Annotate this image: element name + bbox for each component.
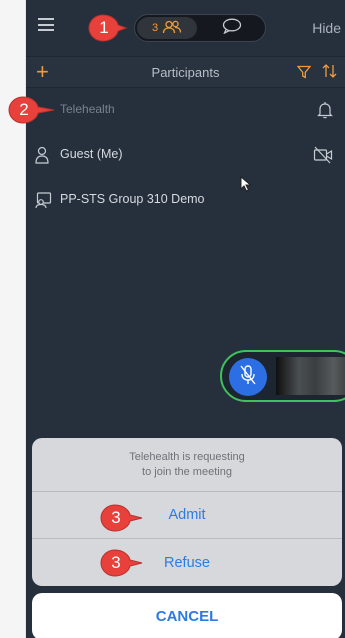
mouse-cursor-icon (240, 175, 252, 197)
chat-bubble-icon (222, 18, 242, 39)
video-thumbnail (276, 357, 345, 395)
chat-tab[interactable] (201, 17, 263, 39)
participant-name: PP-STS Group 310 Demo (60, 192, 205, 206)
participant-name: Telehealth (60, 102, 115, 116)
participants-tab[interactable]: 3 (137, 17, 197, 39)
hide-button[interactable]: Hide (312, 20, 341, 36)
camera-off-icon[interactable] (313, 146, 333, 169)
participant-row-telehealth[interactable]: Telehealth (26, 88, 345, 133)
filter-icon[interactable] (296, 65, 312, 84)
person-icon (34, 146, 50, 169)
room-system-icon (34, 191, 52, 214)
participants-app: 3 Hide + Participants Telehealth Guest (… (26, 0, 345, 638)
message-line-1: Telehealth is requesting (129, 450, 245, 463)
participant-count: 3 (151, 22, 159, 34)
view-toggle: 3 (134, 14, 266, 42)
participant-row-guest[interactable]: Guest (Me) (26, 133, 345, 178)
join-request-sheet: Telehealth is requesting to join the mee… (32, 438, 342, 586)
hamburger-menu-icon[interactable] (38, 18, 54, 31)
callout-number: 2 (19, 100, 29, 119)
top-bar: 3 Hide (26, 0, 345, 56)
callout-marker-3-refuse: 3 (100, 548, 143, 578)
callout-marker-2: 2 (8, 95, 55, 125)
mic-muted-icon (239, 364, 257, 391)
callout-number: 3 (111, 508, 121, 527)
mic-toggle-button[interactable] (229, 358, 267, 396)
people-icon (162, 20, 182, 37)
participant-name: Guest (Me) (60, 147, 123, 161)
join-request-message: Telehealth is requesting to join the mee… (32, 438, 342, 492)
participants-list: Telehealth Guest (Me) PP-STS Group 310 D… (26, 88, 345, 223)
callout-marker-1: 1 (88, 13, 128, 43)
cancel-button[interactable]: CANCEL (32, 593, 342, 638)
message-line-2: to join the meeting (142, 465, 232, 478)
self-video-preview[interactable] (220, 350, 345, 402)
sort-icon[interactable] (321, 63, 339, 82)
admit-button[interactable]: Admit (32, 492, 342, 539)
callout-number: 3 (111, 553, 121, 572)
bell-icon[interactable] (317, 101, 333, 124)
participants-toolbar: + Participants (26, 56, 345, 88)
callout-marker-3-admit: 3 (100, 503, 143, 533)
callout-number: 1 (99, 18, 109, 37)
refuse-button[interactable]: Refuse (32, 539, 342, 586)
participant-row-room[interactable]: PP-STS Group 310 Demo (26, 178, 345, 223)
